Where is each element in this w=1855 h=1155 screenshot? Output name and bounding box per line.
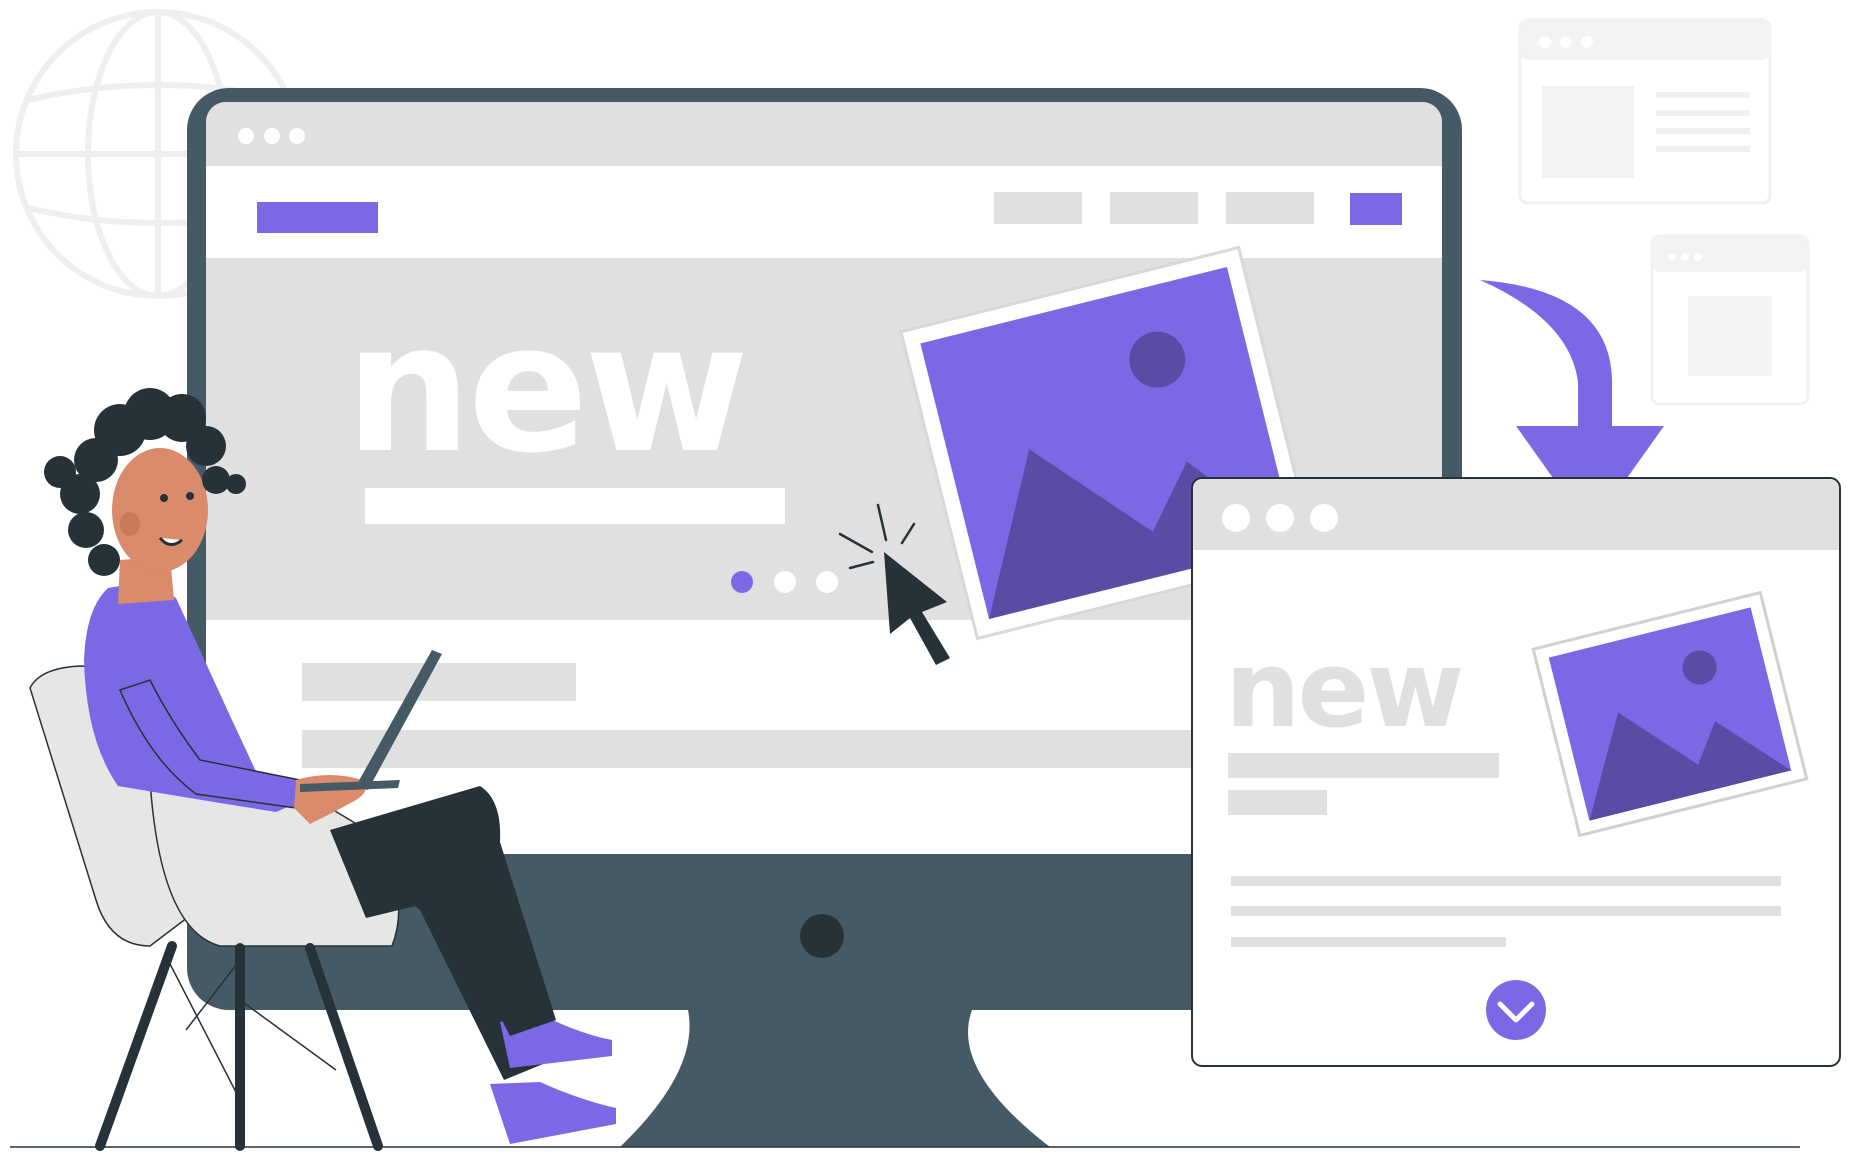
background-window-large	[1518, 18, 1772, 205]
site-logo[interactable]	[257, 202, 378, 233]
popup-subtitle-bar	[1228, 790, 1327, 815]
nav-cta-button[interactable]	[1350, 193, 1402, 225]
nav-item[interactable]	[1226, 192, 1314, 224]
window-dot-icon	[1222, 504, 1250, 532]
hero-title: new	[345, 285, 745, 492]
popup-hero-title: new	[1225, 628, 1461, 751]
hero-subtitle-bar	[365, 488, 785, 524]
illustration-canvas: new new	[10, 9, 1841, 1151]
nav-item[interactable]	[994, 192, 1082, 224]
window-dot-icon	[238, 128, 254, 144]
nav-item[interactable]	[1110, 192, 1198, 224]
carousel-dot[interactable]	[816, 571, 838, 593]
window-dot-icon	[264, 128, 280, 144]
window-dot-icon	[1266, 504, 1294, 532]
monitor-stand	[620, 1010, 1050, 1147]
background-window-small	[1650, 234, 1810, 406]
popup-confirm-button[interactable]	[1486, 980, 1546, 1040]
popup-text-line	[1231, 906, 1781, 916]
popup-text-line	[1231, 937, 1506, 947]
carousel-dot[interactable]	[774, 571, 796, 593]
window-dot-icon	[1310, 504, 1338, 532]
monitor-camera	[800, 914, 844, 958]
popup-subtitle-bar	[1228, 753, 1499, 778]
carousel-dot-active[interactable]	[731, 571, 753, 593]
window-dot-icon	[289, 128, 305, 144]
popup-text-line	[1231, 876, 1781, 886]
